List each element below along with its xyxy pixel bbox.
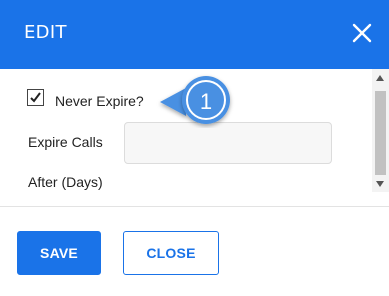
close-button[interactable]: CLOSE (123, 231, 219, 275)
scroll-thumb[interactable] (375, 91, 386, 175)
content-scrollbar[interactable] (372, 69, 389, 192)
save-button[interactable]: SAVE (17, 231, 101, 275)
scroll-down-arrow-icon[interactable] (376, 181, 384, 187)
never-expire-label: Never Expire? (55, 93, 144, 109)
expire-calls-label: Expire Calls (28, 134, 103, 150)
callout-number: 1 (199, 89, 213, 114)
edit-dialog: EDIT Never Expire? Expire Calls After (D… (0, 0, 389, 296)
checkmark-icon (30, 92, 41, 103)
expire-calls-label-line2: After (Days) (28, 174, 103, 190)
never-expire-checkbox[interactable] (27, 89, 44, 106)
expire-days-input[interactable] (124, 122, 332, 164)
dialog-title: EDIT (24, 22, 67, 43)
scroll-up-arrow-icon[interactable] (376, 75, 384, 81)
dialog-header: EDIT (0, 0, 389, 69)
close-icon[interactable] (349, 20, 375, 46)
